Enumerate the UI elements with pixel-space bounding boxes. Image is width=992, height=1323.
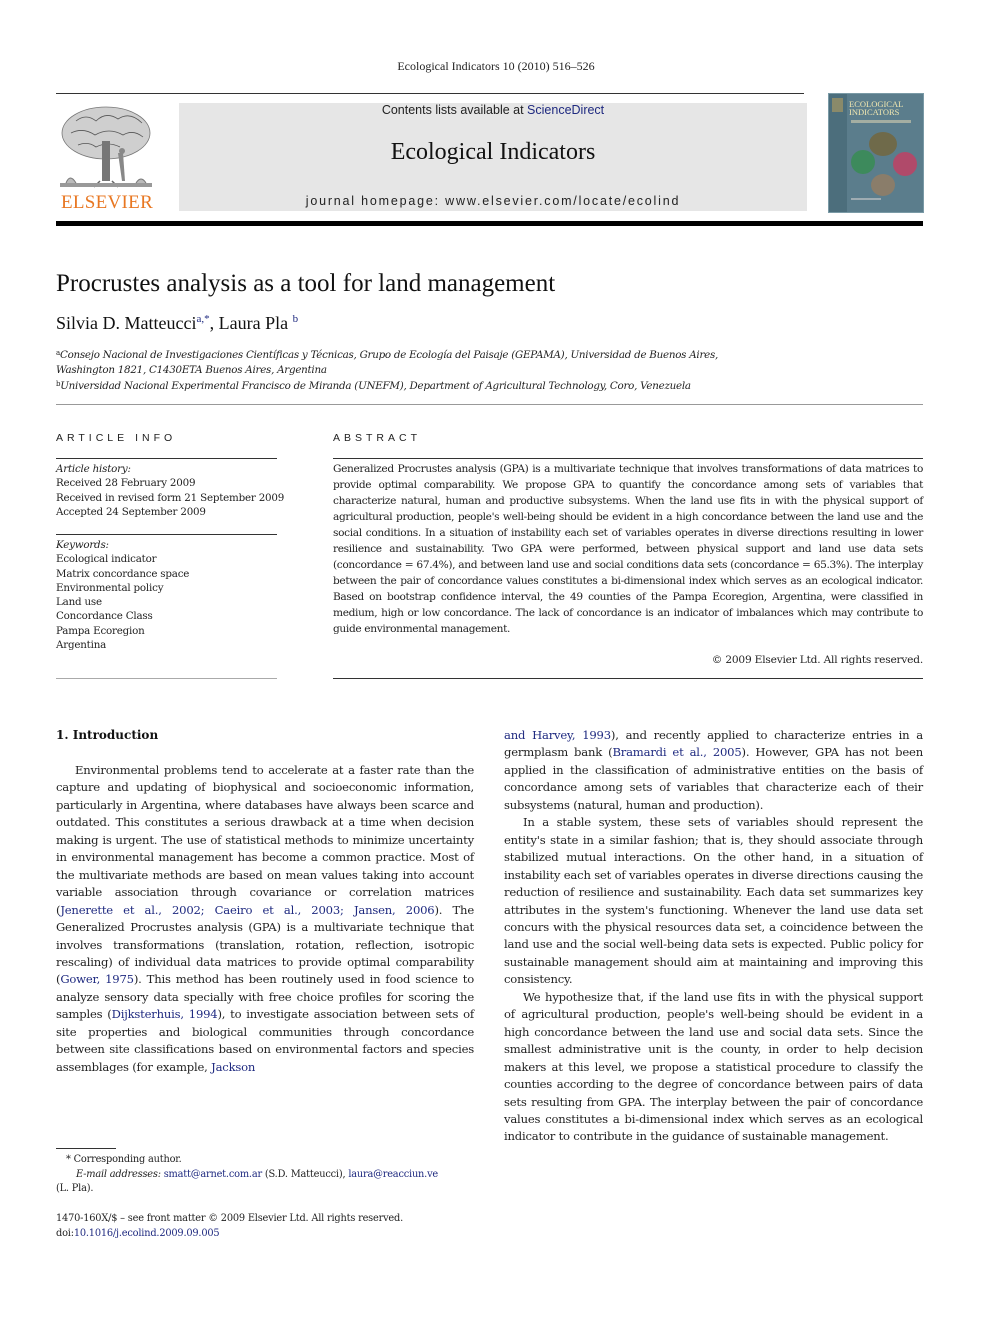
abstract-rule xyxy=(333,678,923,679)
citation-link[interactable]: Bramardi et al., 2005 xyxy=(612,745,741,759)
journal-homepage-link[interactable]: www.elsevier.com/locate/ecolind xyxy=(445,194,680,208)
masthead-rule xyxy=(56,221,923,226)
affiliation-a-line2: Washington 1821, C1430ETA Buenos Aires, … xyxy=(56,363,327,376)
cover-title: ECOLOGICAL INDICATORS xyxy=(849,100,903,117)
body-column-right: and Harvey, 1993), and recently applied … xyxy=(504,727,923,1146)
running-header: Ecological Indicators 10 (2010) 516–526 xyxy=(397,59,595,73)
email-owner: (S.D. Matteucci), xyxy=(261,1168,349,1180)
author-name: Laura Pla xyxy=(218,313,289,333)
history-label: Article history: xyxy=(56,463,131,475)
title-block-rule xyxy=(56,404,923,405)
intro-paragraph-1: Environmental problems tend to accelerat… xyxy=(56,763,474,1074)
sciencedirect-link[interactable]: ScienceDirect xyxy=(527,103,604,117)
article-info-rule xyxy=(56,458,277,459)
homepage-label: journal homepage: xyxy=(305,194,446,208)
contents-prefix: Contents lists available at xyxy=(381,103,528,117)
citation-link[interactable]: Dijksterhuis, 1994 xyxy=(112,1007,218,1021)
abstract-copyright: © 2009 Elsevier Ltd. All rights reserved… xyxy=(711,654,923,666)
cover-photo-circle-icon xyxy=(893,152,917,176)
doi-line: doi:10.1016/j.ecolind.2009.09.005 xyxy=(56,1227,496,1242)
article-title: Procrustes analysis as a tool for land m… xyxy=(56,270,556,297)
email-line: E-mail addresses: smatt@arnet.com.ar (S.… xyxy=(56,1168,476,1183)
doi-link[interactable]: 10.1016/j.ecolind.2009.09.005 xyxy=(74,1228,220,1239)
intro-paragraph-1-continued: and Harvey, 1993), and recently applied … xyxy=(504,728,923,812)
cover-photo-circle-icon xyxy=(851,150,875,174)
history-item: Received 28 February 2009 xyxy=(56,477,196,490)
issn-line: 1470-160X/$ – see front matter © 2009 El… xyxy=(56,1213,403,1224)
author-affiliation-mark[interactable]: a,* xyxy=(196,313,209,325)
journal-title: Ecological Indicators xyxy=(390,139,596,165)
keywords: Keywords: Ecological indicator Matrix con… xyxy=(56,538,296,652)
email-link-pla[interactable]: laura@reacciun.ve xyxy=(348,1169,438,1180)
abstract-heading: ABSTRACT xyxy=(333,432,422,444)
cover-subtitle-bar xyxy=(851,120,911,123)
cover-photo-circle-icon xyxy=(869,132,897,156)
body-column-left: Environmental problems tend to accelerat… xyxy=(56,762,474,1076)
email-owner: (L. Pla). xyxy=(56,1183,94,1194)
header-rule xyxy=(56,93,804,94)
corresponding-author-note: * Corresponding author. xyxy=(66,1154,182,1165)
contents-available-line: Contents lists available at ScienceDirec… xyxy=(179,103,807,117)
history-item: Accepted 24 September 2009 xyxy=(56,505,206,518)
author-name: Silvia D. Matteucci xyxy=(56,313,197,333)
cover-title-line: INDICATORS xyxy=(849,107,900,117)
author-separator: , xyxy=(209,313,219,333)
keyword-item: Argentina xyxy=(56,639,107,652)
email-label: E-mail addresses: xyxy=(76,1168,164,1180)
keyword-item: Environmental policy xyxy=(56,581,164,594)
author-affiliation-mark[interactable]: b xyxy=(293,313,299,325)
journal-cover-image: ECOLOGICAL INDICATORS xyxy=(828,93,924,213)
affiliation-text: Universidad Nacional Experimental Franci… xyxy=(60,380,691,392)
keyword-item: Land use xyxy=(56,596,102,609)
keyword-list: Ecological indicator Matrix concordance s… xyxy=(56,552,296,652)
article-info-heading: ARTICLE INFO xyxy=(56,432,177,444)
keyword-item: Matrix concordance space xyxy=(56,567,190,580)
affiliation-b: bUniversidad Nacional Experimental Franc… xyxy=(56,377,916,394)
article-info-rule xyxy=(56,534,277,535)
keywords-label: Keywords: xyxy=(56,539,109,551)
keyword-item: Ecological indicator xyxy=(56,553,157,566)
author-list: Silvia D. Matteuccia,*, Laura Pla b xyxy=(56,313,298,334)
cover-footer-bar xyxy=(851,198,881,200)
citation-link[interactable]: Gower, 1975 xyxy=(60,972,134,986)
journal-banner: Contents lists available at ScienceDirec… xyxy=(179,103,807,211)
affiliations: aConsejo Nacional de Investigaciones Cie… xyxy=(56,346,916,394)
history-item: Received in revised form 21 September 20… xyxy=(56,491,285,504)
cover-photo-circle-icon xyxy=(871,174,895,196)
affiliation-a: aConsejo Nacional de Investigaciones Cie… xyxy=(56,346,916,363)
citation-link[interactable]: and Harvey, 1993 xyxy=(504,728,611,742)
citation-link[interactable]: Jenerette et al., 2002; Caeiro et al., 2… xyxy=(60,903,434,917)
keyword-item: Pampa Ecoregion xyxy=(56,624,145,637)
history-list: Received 28 February 2009 Received in rev… xyxy=(56,476,296,519)
elsevier-wordmark: ELSEVIER xyxy=(60,192,154,213)
front-matter: 1470-160X/$ – see front matter © 2009 El… xyxy=(56,1212,496,1241)
abstract-rule xyxy=(333,458,923,459)
keyword-item: Concordance Class xyxy=(56,610,153,623)
intro-paragraph-2: In a stable system, these sets of variab… xyxy=(504,815,923,987)
footnote-rule xyxy=(56,1148,116,1149)
intro-paragraph-3: We hypothesize that, if the land use fit… xyxy=(504,989,923,1144)
corresponding-author-footnote: * Corresponding author. E-mail addresses… xyxy=(56,1153,476,1197)
section-heading-introduction: 1. Introduction xyxy=(56,728,159,742)
article-history: Article history: Received 28 February 20… xyxy=(56,462,296,519)
journal-homepage-line: journal homepage: www.elsevier.com/locat… xyxy=(179,194,807,208)
citation-link[interactable]: Jackson xyxy=(211,1060,255,1074)
email-link-matteucci[interactable]: smatt@arnet.com.ar xyxy=(164,1169,262,1180)
article-info-rule xyxy=(56,678,277,679)
cover-publisher-mark-icon xyxy=(832,98,843,112)
abstract-text: Generalized Procrustes analysis (GPA) is… xyxy=(333,463,923,635)
affiliation-text: Consejo Nacional de Investigaciones Cien… xyxy=(59,349,719,361)
doi-label: doi: xyxy=(56,1227,74,1239)
